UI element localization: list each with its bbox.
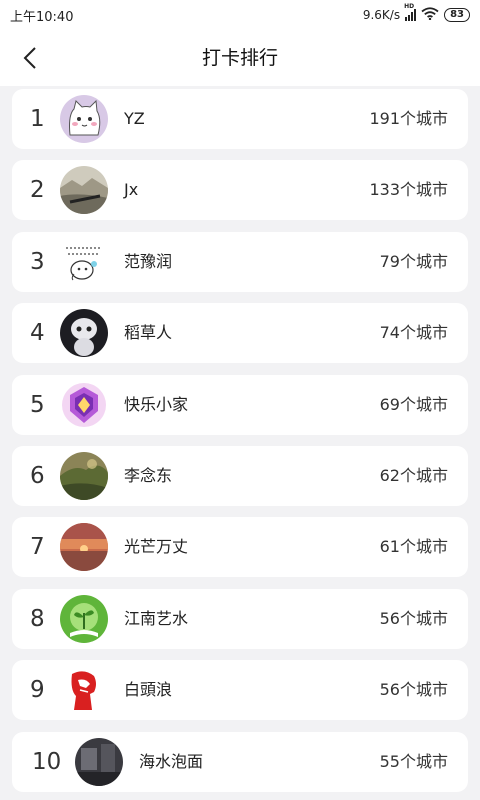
ranking-row[interactable]: 6 李念东 62个城市 <box>12 445 468 506</box>
red-portrait-avatar[interactable] <box>60 666 108 715</box>
ranking-row[interactable]: 2 Jx 133个城市 <box>12 160 468 221</box>
user-name: 范豫润 <box>124 251 173 271</box>
user-name: YZ <box>124 109 145 128</box>
rank-number: 7 <box>30 534 45 561</box>
rank-number: 1 <box>30 106 45 132</box>
user-name: Jx <box>124 180 139 200</box>
city-count: 133个城市 <box>369 180 448 200</box>
network-speed: 9.6K/s <box>362 8 401 22</box>
user-name: 江南艺水 <box>124 608 189 628</box>
cell-signal-icon: HD <box>404 3 417 21</box>
dark-photo-avatar[interactable] <box>75 737 123 786</box>
cat-cartoon-avatar[interactable] <box>60 95 108 143</box>
mountain-landscape-avatar[interactable] <box>60 166 108 215</box>
ranking-row[interactable]: 9 白頭浪 56个城市 <box>12 660 468 721</box>
user-name: 光芒万丈 <box>124 537 189 557</box>
user-name: 海水泡面 <box>139 751 204 771</box>
status-bar: 上午10:40 9.6K/s HD 83 <box>0 0 480 30</box>
city-count: 55个城市 <box>379 751 448 771</box>
sprout-book-avatar[interactable] <box>60 594 108 643</box>
ranking-row[interactable]: 4 稻草人 74个城市 <box>12 303 468 364</box>
status-time: 上午10:40 <box>10 9 74 25</box>
rank-number: 10 <box>32 748 62 775</box>
user-name: 稻草人 <box>124 323 173 343</box>
header: 打卡排行 <box>0 30 480 86</box>
city-count: 69个城市 <box>379 394 448 414</box>
city-count: 61个城市 <box>379 537 448 557</box>
rank-number: 2 <box>30 177 45 204</box>
city-count: 56个城市 <box>379 680 448 700</box>
network-badge: HD <box>404 3 415 10</box>
rank-number: 9 <box>30 677 45 704</box>
wifi-icon <box>421 6 439 24</box>
page-title: 打卡排行 <box>201 47 278 69</box>
ranking-list: 1 YZ 191个城市 2 Jx 133个城市 3 范豫润 79个城市 4 稻草… <box>12 89 468 800</box>
status-indicators: 9.6K/s HD 83 <box>362 3 470 24</box>
sunset-avatar[interactable] <box>60 523 108 572</box>
user-name: 白頭浪 <box>124 680 173 700</box>
rank-number: 8 <box>30 605 45 632</box>
city-count: 56个城市 <box>379 608 448 628</box>
user-name: 快乐小家 <box>124 394 189 414</box>
rank-number: 3 <box>30 248 45 275</box>
ranking-row[interactable]: 1 YZ 191个城市 <box>12 89 468 149</box>
ranking-row[interactable]: 8 江南艺水 56个城市 <box>12 588 468 649</box>
ranking-row[interactable]: 5 快乐小家 69个城市 <box>12 374 468 435</box>
ranking-row[interactable]: 3 范豫润 79个城市 <box>12 231 468 292</box>
forest-landscape-avatar[interactable] <box>60 451 108 500</box>
robot-avatar[interactable] <box>60 309 108 358</box>
ranking-row[interactable]: 7 光芒万丈 61个城市 <box>12 517 468 578</box>
game-badge-avatar[interactable] <box>60 380 108 429</box>
city-count: 74个城市 <box>379 323 448 343</box>
rank-number: 6 <box>30 462 45 489</box>
rank-number: 5 <box>30 391 45 418</box>
battery-indicator: 83 <box>444 8 470 22</box>
city-count: 79个城市 <box>379 251 448 271</box>
city-count: 191个城市 <box>369 109 448 128</box>
rank-number: 4 <box>30 320 45 347</box>
ranking-row[interactable]: 10 海水泡面 55个城市 <box>12 731 468 792</box>
handwritten-doodle-avatar[interactable] <box>60 237 108 286</box>
user-name: 李念东 <box>124 465 173 485</box>
city-count: 62个城市 <box>379 465 448 485</box>
